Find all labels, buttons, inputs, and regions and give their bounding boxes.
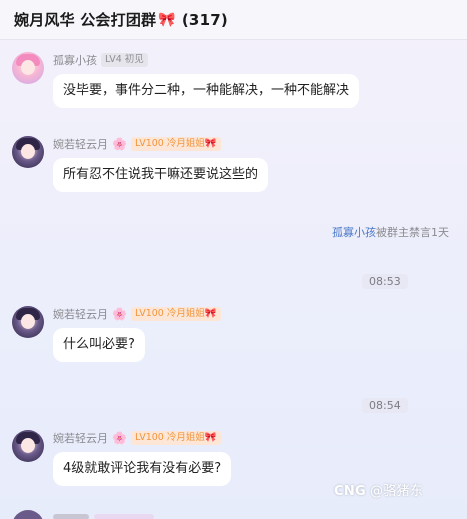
flower-icon: 🌸 bbox=[112, 307, 127, 321]
next-message-peek bbox=[12, 510, 154, 519]
level-text: LV100 冷月姐姐 bbox=[134, 138, 205, 149]
sender-name-placeholder bbox=[53, 514, 89, 519]
flower-icon: 🌸 bbox=[112, 431, 127, 445]
ribbon-icon: 🎀 bbox=[204, 432, 217, 443]
message-meta: 婉若轻云月 🌸 LV100 冷月姐姐🎀 bbox=[53, 306, 221, 322]
avatar[interactable] bbox=[12, 52, 44, 84]
message-meta: 孤寡小孩 LV4 初见 bbox=[53, 52, 148, 68]
level-badge: LV100 冷月姐姐🎀 bbox=[130, 137, 221, 151]
group-name[interactable]: 婉月风华 公会打团群 bbox=[14, 9, 156, 30]
level-badge: LV100 冷月姐姐🎀 bbox=[130, 431, 221, 445]
level-badge: LV4 初见 bbox=[101, 53, 148, 67]
watermark-handle: @骆猪东 bbox=[370, 484, 424, 499]
avatar[interactable] bbox=[12, 306, 44, 338]
notice-user-link[interactable]: 孤寡小孩 bbox=[332, 226, 376, 239]
message-bubble[interactable]: 所有忍不住说我干嘛还要说这些的 bbox=[53, 158, 269, 192]
timestamp: 08:54 bbox=[362, 398, 408, 413]
sender-name[interactable]: 婉若轻云月 bbox=[53, 136, 108, 152]
message-meta: 婉若轻云月 🌸 LV100 冷月姐姐🎀 bbox=[53, 430, 221, 446]
message-meta: 婉若轻云月 🌸 LV100 冷月姐姐🎀 bbox=[53, 136, 221, 152]
sender-name[interactable]: 孤寡小孩 bbox=[53, 52, 97, 68]
level-badge-placeholder bbox=[94, 514, 154, 519]
avatar bbox=[12, 510, 44, 519]
watermark: CNG @骆猪东 bbox=[334, 480, 423, 499]
flower-icon: 🌸 bbox=[112, 137, 127, 151]
ribbon-icon: 🎀 bbox=[204, 308, 217, 319]
avatar[interactable] bbox=[12, 136, 44, 168]
notice-text: 被群主禁言1天 bbox=[376, 226, 449, 239]
ribbon-icon: 🎀 bbox=[158, 11, 176, 28]
member-count[interactable]: (317) bbox=[182, 11, 228, 29]
sender-name[interactable]: 婉若轻云月 bbox=[53, 430, 108, 446]
level-text: LV100 冷月姐姐 bbox=[134, 308, 205, 319]
message-bubble[interactable]: 没毕要，事件分二种，一种能解决，一种不能解决 bbox=[53, 74, 360, 108]
avatar[interactable] bbox=[12, 430, 44, 462]
level-text: LV100 冷月姐姐 bbox=[134, 432, 205, 443]
sender-name[interactable]: 婉若轻云月 bbox=[53, 306, 108, 322]
level-badge: LV100 冷月姐姐🎀 bbox=[130, 307, 221, 321]
watermark-logo: CNG bbox=[334, 484, 366, 499]
system-notice: 孤寡小孩被群主禁言1天 bbox=[332, 224, 449, 240]
message-bubble[interactable]: 什么叫必要? bbox=[53, 328, 145, 362]
timestamp: 08:53 bbox=[362, 274, 408, 289]
chat-header: 婉月风华 公会打团群 🎀 (317) bbox=[0, 0, 467, 40]
ribbon-icon: 🎀 bbox=[204, 138, 217, 149]
message-bubble[interactable]: 4级就敢评论我有没有必要? bbox=[53, 452, 232, 486]
